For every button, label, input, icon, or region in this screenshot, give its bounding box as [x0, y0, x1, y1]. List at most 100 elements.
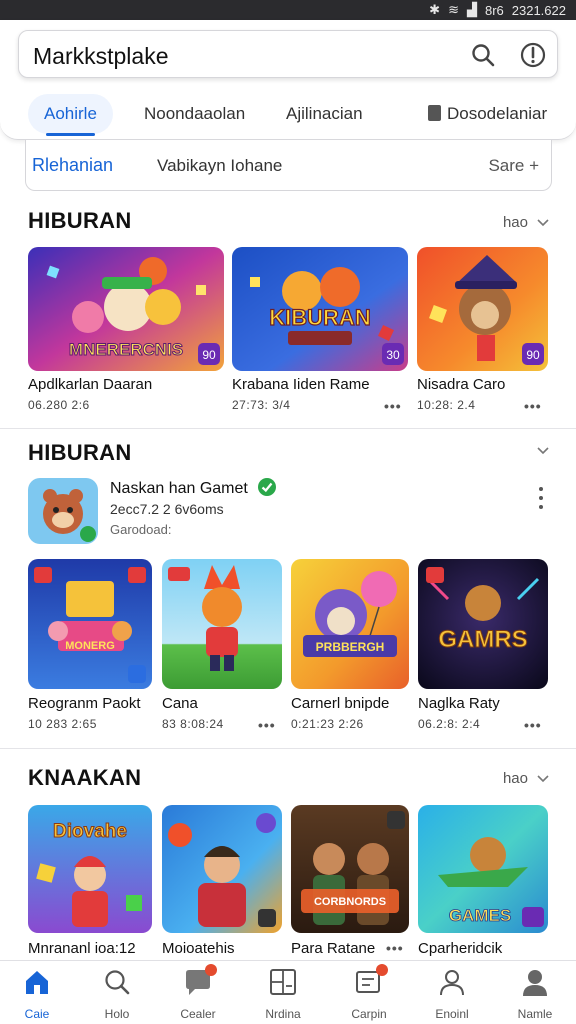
category-tabs: Aohirle Noondaaolan Ajilinacian Dosodela… — [0, 88, 576, 138]
nav-grid[interactable]: Nrdina — [243, 967, 323, 1021]
nav-label: Caie — [24, 1007, 50, 1021]
section-divider — [0, 748, 576, 749]
tile-title: Cana — [162, 695, 198, 712]
nav-chat[interactable]: Cealer — [158, 964, 238, 1021]
featured-app-title[interactable]: Naskan han Gamet — [110, 480, 248, 498]
tile-badge: 90 — [526, 348, 540, 362]
status-bar: ✱ ≋ ▟ 8r6 2321.622 — [0, 0, 576, 20]
tab-home[interactable]: Aohirle — [28, 94, 113, 136]
home-icon — [22, 967, 52, 997]
tile-meta: 27:73: 3/4 — [232, 398, 291, 412]
section-divider — [0, 428, 576, 429]
tile-meta: 0:21:23 2:26 — [291, 717, 364, 731]
tile-badge: 30 — [386, 348, 400, 362]
more-options-icon[interactable]: ••• — [386, 940, 404, 956]
game-tile[interactable]: MONERG — [28, 559, 152, 689]
nav-label: Holo — [104, 1007, 130, 1021]
tile-meta: 06.280 2:6 — [28, 398, 90, 412]
game-tile[interactable]: PRBBERGH — [291, 559, 409, 689]
tile-badge: 90 — [202, 348, 216, 362]
tab-third[interactable]: Ajilinacian — [286, 94, 363, 134]
tile-meta: 10:28: 2.4 — [417, 398, 476, 412]
more-options-icon[interactable]: ••• — [524, 398, 542, 414]
kebab-menu-icon[interactable] — [538, 484, 544, 514]
tile-title: Nisadra Caro — [417, 376, 506, 393]
header-card: Markkstplake Aohirle Noondaaolan Ajilina… — [0, 20, 576, 140]
tab-fourth[interactable]: Dosodelaniar — [428, 94, 547, 134]
filter-option[interactable]: Vabikayn Iohane — [157, 156, 282, 176]
search-icon[interactable] — [469, 41, 497, 69]
section-expand-button[interactable] — [536, 446, 550, 456]
search-icon — [102, 967, 132, 997]
tile-meta: 10 283 2:65 — [28, 717, 97, 731]
filter-bar: Rlehanian Vabikayn Iohane Sare + — [25, 140, 552, 191]
doc-icon — [428, 105, 441, 121]
bluetooth-icon: ✱ — [429, 2, 441, 17]
search-input[interactable]: Markkstplake — [18, 30, 558, 78]
nav-label: Enoinl — [435, 1007, 469, 1021]
profile-icon — [520, 967, 550, 997]
section-title: HIBURAN — [28, 440, 132, 465]
nav-profile[interactable]: Namle — [495, 967, 575, 1021]
bottom-navigation: Caie Holo Cealer Nrdina Carpin Enoinl Na… — [0, 960, 576, 1024]
chevron-down-icon — [537, 447, 549, 455]
inbox-icon — [354, 964, 388, 997]
search-placeholder: Markkstplake — [33, 43, 169, 69]
tile-title: Cparheridcik — [418, 940, 503, 957]
grid-icon — [268, 967, 298, 997]
more-options-icon[interactable]: ••• — [524, 717, 542, 733]
verified-icon — [258, 478, 276, 496]
game-tile[interactable]: KIBURAN 30 — [232, 247, 408, 371]
tile-title: Naglka Raty — [418, 695, 500, 712]
more-options-icon[interactable]: ••• — [384, 398, 402, 414]
tile-caption: PRBBERGH — [316, 640, 385, 654]
section-more-button[interactable]: hao — [503, 214, 550, 231]
nav-label: Nrdina — [265, 1007, 301, 1021]
tab-fourth-label: Dosodelaniar — [447, 104, 548, 123]
wifi-icon: ≋ — [448, 2, 459, 17]
nav-label: Namle — [517, 1007, 553, 1021]
tile-caption: GAMES — [449, 906, 511, 925]
tile-title: Mnrananl ioa:12 — [28, 940, 136, 957]
nav-inbox[interactable]: Carpin — [329, 964, 409, 1021]
tile-title: Krabana Iiden Rame — [232, 376, 370, 393]
filter-active[interactable]: Rlehanian — [32, 155, 113, 176]
carrier-text: 8r6 — [484, 2, 504, 18]
section-more-button[interactable]: hao — [503, 770, 550, 787]
game-tile[interactable]: Diovahe — [28, 805, 152, 933]
tile-caption: KIBURAN — [269, 305, 370, 330]
featured-app-subtitle: 2ecc7.2 2 6v6oms — [110, 501, 224, 517]
game-tile[interactable]: MNERERCNIS 90 — [28, 247, 224, 371]
tile-title: Carnerl bnipde — [291, 695, 390, 712]
more-options-icon[interactable]: ••• — [258, 717, 276, 733]
chat-icon — [183, 964, 217, 997]
game-tile[interactable]: CORBNORDS — [291, 805, 409, 933]
tile-title: Moioatehis — [162, 940, 235, 957]
filter-save-button[interactable]: Sare + — [488, 156, 539, 176]
nav-search[interactable]: Holo — [77, 967, 157, 1021]
game-tile[interactable]: GAMES — [418, 805, 548, 933]
alert-icon[interactable] — [519, 41, 547, 69]
game-tile[interactable]: GAMRS — [418, 559, 548, 689]
notification-badge — [205, 964, 217, 976]
nav-home[interactable]: Caie — [0, 967, 77, 1021]
chevron-down-icon — [537, 218, 549, 226]
section-title: HIBURAN — [28, 208, 132, 233]
tile-title: Reogranm Paokt — [28, 695, 141, 712]
featured-app-icon[interactable] — [28, 478, 98, 544]
featured-app-category: Garodoad: — [110, 522, 172, 537]
notification-badge — [376, 964, 388, 976]
signal-icon: ▟ — [466, 2, 477, 17]
game-tile[interactable] — [162, 805, 282, 933]
tile-caption: MONERG — [65, 640, 115, 652]
tab-second[interactable]: Noondaaolan — [144, 94, 245, 134]
tile-caption: GAMRS — [438, 626, 527, 653]
game-tile[interactable]: 90 — [417, 247, 548, 371]
tile-meta: 06.2:8: 2:4 — [418, 717, 481, 731]
section-more-label: hao — [502, 770, 528, 787]
nav-person[interactable]: Enoinl — [412, 967, 492, 1021]
game-tile[interactable] — [162, 559, 282, 689]
tile-meta: 83 8:08:24 — [162, 717, 224, 731]
tile-caption: Diovahe — [53, 821, 127, 842]
clock: 2321.622 — [511, 2, 566, 18]
